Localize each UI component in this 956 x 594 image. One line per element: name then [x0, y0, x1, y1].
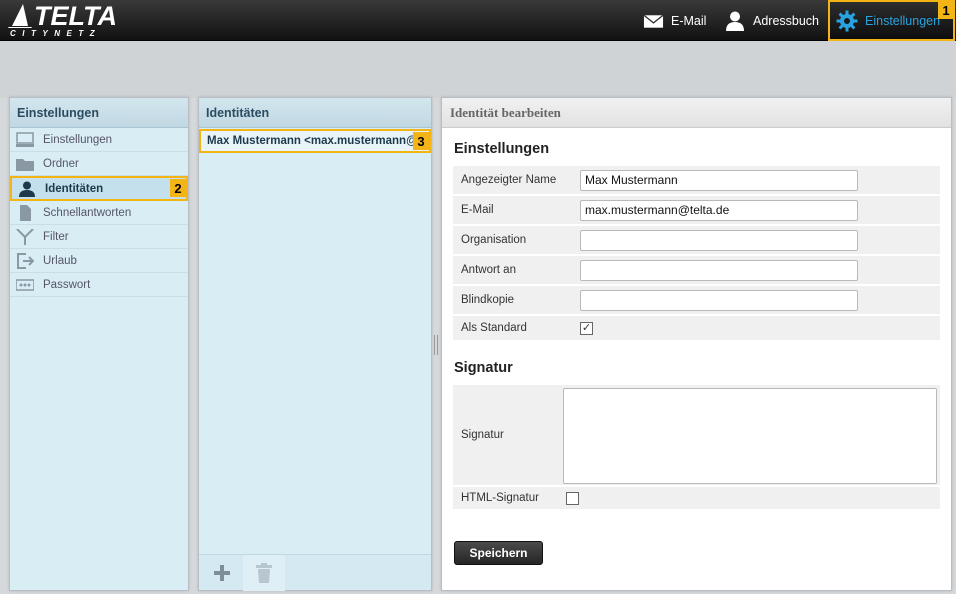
sail-logo-icon — [8, 4, 32, 28]
nav-email-label: E-Mail — [671, 13, 707, 28]
form-row-bcc: Blindkopie — [453, 286, 940, 314]
section-title-signature: Signatur — [454, 360, 513, 376]
field-label: Als Standard — [461, 322, 527, 334]
person-icon — [726, 11, 744, 31]
identity-list-item[interactable]: Max Mustermann <max.mustermann@telta.de>… — [199, 129, 431, 153]
nav-addressbook-label: Adressbuch — [753, 13, 820, 28]
user-icon — [18, 181, 36, 197]
form-row-reply-to: Antwort an — [453, 256, 940, 284]
sidebar-item-label: Identitäten — [45, 182, 104, 195]
field-label: Antwort an — [461, 264, 516, 276]
sidebar-item-label: Passwort — [43, 278, 91, 291]
form-row-email: E-Mail — [453, 196, 940, 224]
sidebar-item-label: Schnellantworten — [43, 206, 132, 219]
password-icon — [16, 277, 34, 293]
form-row-default: Als Standard ✓ — [453, 316, 940, 340]
signature-textarea[interactable] — [563, 388, 937, 484]
organisation-input[interactable] — [580, 229, 858, 251]
sidebar-item-label: Filter — [43, 230, 69, 243]
field-label: Signatur — [461, 429, 504, 441]
trash-icon — [256, 563, 272, 583]
sidebar-item-urlaub[interactable]: Urlaub — [10, 249, 188, 273]
section-title-settings: Einstellungen — [454, 141, 550, 157]
panel-title: Identitäten — [199, 98, 431, 128]
exit-icon — [16, 252, 34, 269]
bcc-input[interactable] — [580, 289, 858, 311]
default-checkbox[interactable]: ✓ — [580, 321, 593, 335]
display-name-input[interactable] — [580, 169, 858, 191]
gear-icon — [836, 10, 858, 31]
filter-icon — [16, 228, 34, 245]
form-row-signature: Signatur — [453, 385, 940, 485]
step-badge: 1 — [938, 1, 954, 19]
field-label: Angezeigter Name — [461, 174, 557, 186]
brand-name: TELTA — [34, 1, 117, 31]
brand-tagline: CITYNETZ — [10, 29, 102, 38]
plus-icon — [214, 565, 230, 581]
monitor-icon — [16, 131, 34, 148]
sidebar-item-label: Urlaub — [43, 254, 77, 267]
form-row-display-name: Angezeigter Name — [453, 166, 940, 194]
delete-identity-button[interactable] — [243, 555, 285, 591]
add-identity-button[interactable] — [201, 555, 243, 591]
settings-sections-panel: Einstellungen Einstellungen Ordner Ident… — [9, 97, 189, 591]
sidebar-item-passwort[interactable]: Passwort — [10, 273, 188, 297]
step-badge: 3 — [413, 132, 429, 150]
sidebar-item-identitaeten[interactable]: Identitäten 2 — [10, 176, 188, 201]
form-row-organisation: Organisation — [453, 226, 940, 254]
panel-resize-handle[interactable] — [434, 335, 438, 355]
field-label: E-Mail — [461, 204, 494, 216]
identity-label: Max Mustermann <max.mustermann@telta.de> — [207, 135, 431, 147]
folder-icon — [16, 156, 34, 172]
envelope-icon — [643, 14, 664, 28]
identities-panel: Identitäten Max Mustermann <max.musterma… — [198, 97, 432, 591]
document-icon — [16, 204, 34, 221]
field-label: Organisation — [461, 234, 527, 246]
field-label: HTML-Signatur — [461, 492, 539, 504]
panel-title: Identität bearbeiten — [442, 98, 951, 128]
panel-title: Einstellungen — [10, 98, 188, 128]
sidebar-item-label: Einstellungen — [43, 133, 113, 146]
identities-toolbar — [199, 554, 431, 591]
edit-identity-panel: Identität bearbeiten Einstellungen Angez… — [441, 97, 952, 591]
sidebar-item-filter[interactable]: Filter — [10, 225, 188, 249]
field-label: Blindkopie — [461, 294, 515, 306]
nav-email[interactable]: E-Mail — [643, 0, 706, 41]
reply-to-input[interactable] — [580, 259, 858, 281]
save-button[interactable]: Speichern — [454, 541, 543, 565]
email-input[interactable] — [580, 199, 858, 221]
top-bar: TELTA CITYNETZ E-Mail Adressbuch Einstel… — [0, 0, 956, 41]
header-stripe — [0, 41, 956, 98]
form-row-html-signature: HTML-Signatur — [453, 487, 940, 509]
nav-settings-label: Einstellungen — [865, 13, 941, 28]
telta-logo[interactable]: TELTA CITYNETZ — [8, 2, 123, 40]
sidebar-item-label: Ordner — [43, 157, 79, 170]
nav-settings[interactable]: Einstellungen 1 — [828, 0, 955, 41]
step-badge: 2 — [170, 179, 186, 197]
identity-form: Einstellungen Angezeigter Name E-Mail Or… — [442, 141, 951, 565]
html-signature-checkbox[interactable] — [566, 491, 579, 505]
sidebar-item-ordner[interactable]: Ordner — [10, 152, 188, 176]
nav-addressbook[interactable]: Adressbuch — [724, 0, 819, 41]
sidebar-item-schnellantworten[interactable]: Schnellantworten — [10, 201, 188, 225]
sidebar-item-einstellungen[interactable]: Einstellungen — [10, 128, 188, 152]
